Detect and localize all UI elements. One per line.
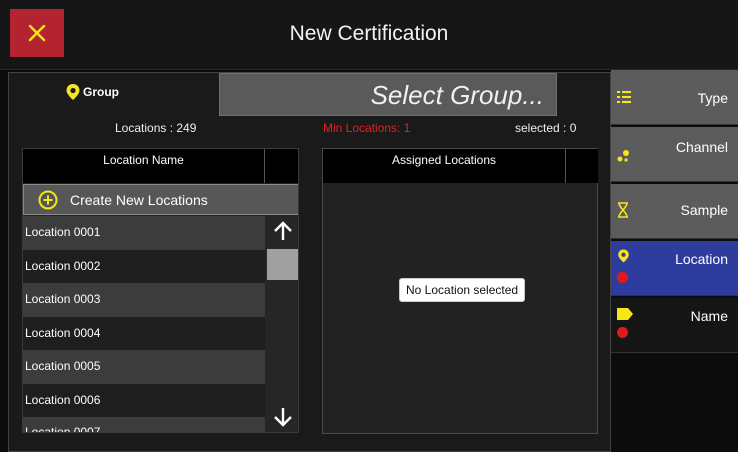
list-item[interactable]: Location 0007 bbox=[23, 417, 265, 432]
location-list: Location Name Create New Locations Locat… bbox=[22, 148, 299, 433]
list-item[interactable]: Location 0004 bbox=[23, 316, 265, 350]
list-item[interactable]: Location 0006 bbox=[23, 383, 265, 417]
create-new-locations-button[interactable]: Create New Locations bbox=[23, 184, 298, 215]
scrollbar-thumb[interactable] bbox=[267, 249, 298, 280]
list-icon bbox=[617, 91, 631, 103]
hourglass-icon bbox=[618, 202, 628, 218]
list-item[interactable]: Location 0002 bbox=[23, 249, 265, 283]
tag-icon bbox=[617, 308, 633, 320]
scroll-up-button[interactable] bbox=[269, 218, 297, 244]
tab-label: Channel bbox=[675, 139, 728, 155]
page-title: New Certification bbox=[289, 22, 449, 45]
tab-channel[interactable]: Channel bbox=[611, 127, 738, 182]
location-pin-icon bbox=[66, 84, 80, 100]
header-spacer bbox=[566, 149, 598, 183]
tab-sample[interactable]: Sample bbox=[611, 184, 738, 239]
empty-state-message: No Location selected bbox=[399, 278, 526, 302]
scroll-down-button[interactable] bbox=[269, 404, 297, 430]
select-group-button[interactable]: Select Group... bbox=[219, 73, 557, 116]
locations-count: Locations : 249 bbox=[115, 121, 197, 135]
main-panel: Group Select Group... Locations : 249 Mi… bbox=[8, 72, 611, 452]
list-item[interactable]: Location 0005 bbox=[23, 350, 265, 384]
tab-label: Type bbox=[697, 90, 728, 106]
list-item[interactable]: Location 0001 bbox=[23, 216, 265, 250]
arrow-down-icon bbox=[274, 408, 292, 427]
channel-icon bbox=[617, 150, 629, 162]
top-bar: New Certification bbox=[0, 0, 738, 70]
step-sidebar: Type Channel Sample Location Name bbox=[611, 70, 738, 452]
tab-label: Name bbox=[690, 308, 728, 324]
assigned-locations-list: Assigned Locations No Location selected bbox=[322, 148, 598, 434]
location-name-header[interactable]: Location Name bbox=[23, 149, 265, 183]
assigned-locations-header[interactable]: Assigned Locations bbox=[323, 149, 566, 183]
min-locations-warning: Min Locations: 1 bbox=[323, 121, 411, 135]
tab-label: Sample bbox=[680, 202, 728, 218]
warning-dot bbox=[617, 272, 628, 283]
tab-label: Location bbox=[675, 251, 728, 267]
list-item[interactable]: Location 0003 bbox=[23, 283, 265, 317]
tab-name[interactable]: Name bbox=[611, 298, 738, 353]
arrow-up-icon bbox=[274, 221, 292, 240]
location-rows: Location 0001 Location 0002 Location 000… bbox=[23, 216, 265, 432]
warning-dot bbox=[617, 327, 628, 338]
scrollbar[interactable] bbox=[265, 216, 298, 432]
selected-count: selected : 0 bbox=[515, 121, 577, 135]
group-label: Group bbox=[65, 83, 119, 101]
tab-type[interactable]: Type bbox=[611, 70, 738, 125]
tab-location[interactable]: Location bbox=[611, 241, 738, 296]
location-pin-icon bbox=[618, 249, 629, 263]
plus-circle-icon bbox=[38, 190, 58, 209]
header-spacer bbox=[265, 149, 298, 183]
